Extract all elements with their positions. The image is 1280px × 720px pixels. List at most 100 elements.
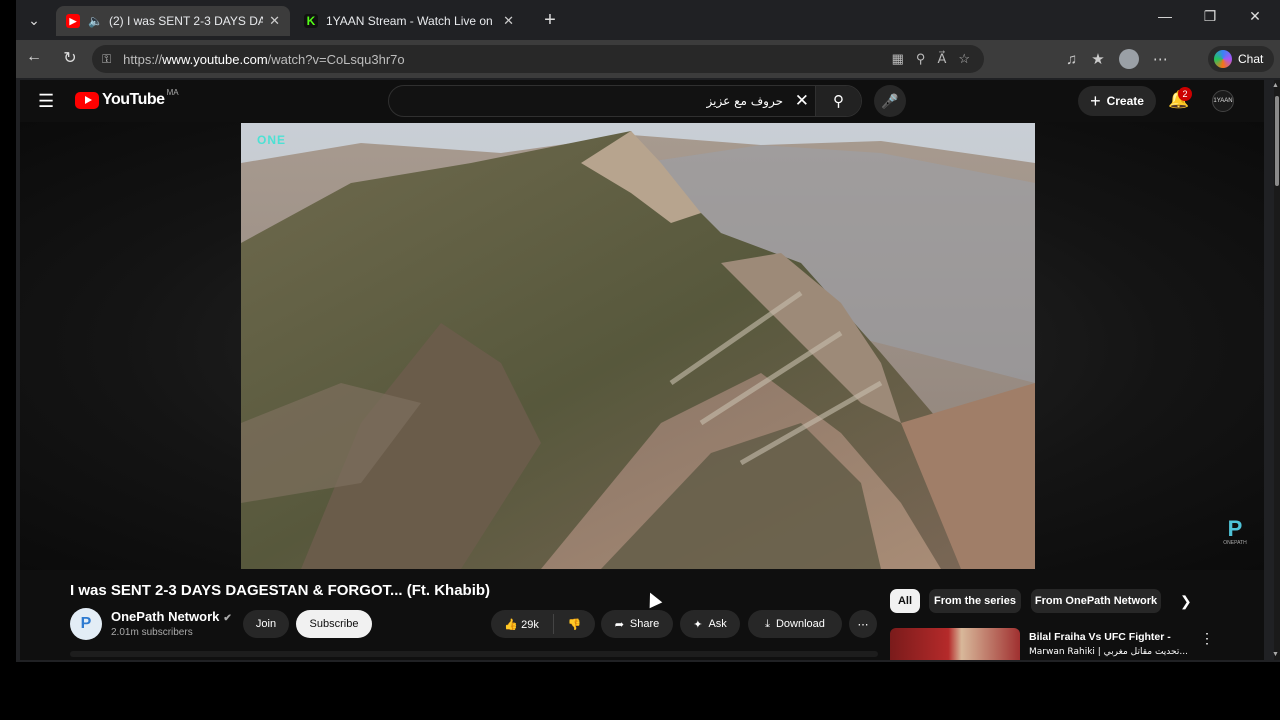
youtube-logo[interactable]: YouTube MA xyxy=(75,87,179,109)
scroll-down-icon[interactable]: ▼ xyxy=(1272,651,1279,658)
plus-icon: + xyxy=(1090,90,1101,111)
search-input[interactable] xyxy=(403,94,783,108)
new-tab-icon[interactable]: + xyxy=(538,8,562,32)
restore-icon[interactable]: ❐ xyxy=(1195,8,1225,25)
ask-label: Ask xyxy=(708,618,727,630)
subscribe-button[interactable]: Subscribe xyxy=(296,610,372,638)
thumbs-up-icon: 👍 xyxy=(504,618,519,631)
address-bar-actions: ▦ ⚲ A⃗ ☆ xyxy=(892,51,970,67)
microphone-icon: 🎤 xyxy=(881,92,899,109)
download-icon: ⤓ xyxy=(765,617,770,630)
tab-strip: ⌄ ▶ 🔈 (2) I was SENT 2-3 DAYS DAGESTAN &… xyxy=(16,0,1280,40)
description-box[interactable] xyxy=(70,651,878,657)
browser-essentials-icon[interactable]: ♫ xyxy=(1066,51,1077,68)
profile-icon[interactable] xyxy=(1118,49,1139,69)
zoom-icon[interactable]: ⚲ xyxy=(916,51,926,67)
divider xyxy=(552,614,554,634)
channel-watermark-logo[interactable]: P ONEPATH xyxy=(1220,516,1250,547)
app-available-icon[interactable]: ▦ xyxy=(892,51,904,67)
voice-search-button[interactable]: 🎤 xyxy=(874,85,906,117)
speaker-icon[interactable]: 🔈 xyxy=(88,14,103,28)
recommended-title-line2: Marwan Rahiki | تحديت مقاتل مغربي... xyxy=(1029,647,1188,657)
like-button[interactable]: 👍 29k xyxy=(504,618,539,631)
recommended-title[interactable]: Bilal Fraiha Vs UFC Fighter - Marwan Rah… xyxy=(1029,630,1189,660)
share-icon: ➦ xyxy=(614,618,624,631)
recommended-title-line1: Bilal Fraiha Vs UFC Fighter - xyxy=(1029,631,1171,643)
country-code: MA xyxy=(166,87,179,97)
favorites-icon[interactable]: ★ xyxy=(1091,50,1104,68)
tab-title: (2) I was SENT 2-3 DAYS DAGESTAN & FORGO… xyxy=(108,14,264,28)
tab-youtube[interactable]: ▶ 🔈 (2) I was SENT 2-3 DAYS DAGESTAN & F… xyxy=(56,6,290,36)
youtube-header: ☰ YouTube MA ✕ ⚲ 🎤 + Create 🔔 2 1YAAN xyxy=(20,80,1264,122)
chip-from-channel[interactable]: From OnePath Network xyxy=(1031,589,1161,613)
watermark-logo-letter: P xyxy=(1227,516,1243,541)
search-button[interactable]: ⚲ xyxy=(815,86,861,116)
read-aloud-icon[interactable]: A⃗ xyxy=(937,51,946,67)
page-scrollbar[interactable]: ▲ ▼ xyxy=(1272,80,1280,660)
close-window-icon[interactable]: ✕ xyxy=(1240,8,1270,25)
site-info-icon[interactable]: ⚿ xyxy=(102,52,111,67)
address-bar[interactable]: ⚿ https://www.youtube.com/watch?v=CoLsqu… xyxy=(92,45,984,73)
thumbs-down-icon[interactable]: 👎 xyxy=(568,618,582,631)
tab-title: 1YAAN Stream - Watch Live on Kick xyxy=(326,14,497,28)
share-button[interactable]: ➦ Share xyxy=(601,610,673,638)
chevron-right-icon[interactable]: ❯ xyxy=(1180,593,1192,610)
search-icon: ⚲ xyxy=(833,93,844,110)
tab-kick[interactable]: K 1YAAN Stream - Watch Live on Kick ✕ xyxy=(294,6,524,36)
toolbar-icons: ♫ ★ ⋯ xyxy=(1066,49,1168,69)
copilot-chat-button[interactable]: Chat xyxy=(1208,46,1274,72)
browser-window: ⌄ ▶ 🔈 (2) I was SENT 2-3 DAYS DAGESTAN &… xyxy=(16,0,1280,662)
more-actions-icon[interactable]: ⋯ xyxy=(849,610,877,638)
join-button[interactable]: Join xyxy=(243,610,289,638)
youtube-icon: ▶ xyxy=(66,14,80,28)
watermark-logo-sub: ONEPATH xyxy=(1223,540,1247,546)
reload-icon[interactable]: ↻ xyxy=(58,48,82,70)
subscriber-count: 2.01m subscribers xyxy=(111,627,193,638)
back-icon[interactable]: ← xyxy=(22,48,46,70)
scrollbar-thumb[interactable] xyxy=(1275,96,1279,186)
like-dislike-group: 👍 29k 👎 xyxy=(491,610,595,638)
search-box: ✕ ⚲ xyxy=(388,85,862,117)
close-tab-icon[interactable]: ✕ xyxy=(269,13,280,29)
kebab-menu-icon[interactable]: ⋮ xyxy=(1200,630,1214,647)
recommended-thumbnail[interactable] xyxy=(890,628,1020,660)
url-text: https://www.youtube.com/watch?v=CoLsqu3h… xyxy=(123,51,405,67)
youtube-page: ☰ YouTube MA ✕ ⚲ 🎤 + Create 🔔 2 1YAAN xyxy=(20,80,1264,660)
download-label: Download xyxy=(775,618,825,630)
browser-toolbar: ← ↻ ⚿ https://www.youtube.com/watch?v=Co… xyxy=(16,40,1280,78)
video-title: I was SENT 2-3 DAYS DAGESTAN & FORGOT...… xyxy=(70,582,491,599)
notification-badge: 2 xyxy=(1178,87,1192,101)
create-label: Create xyxy=(1106,94,1144,108)
like-count: 29k xyxy=(521,618,539,631)
account-avatar[interactable]: 1YAAN xyxy=(1212,90,1234,112)
channel-name[interactable]: OnePath Network ✔ xyxy=(111,609,232,624)
notifications-button[interactable]: 🔔 2 xyxy=(1168,87,1192,110)
chip-from-series[interactable]: From the series xyxy=(929,589,1021,613)
clear-search-icon[interactable]: ✕ xyxy=(795,91,809,111)
tab-actions-menu-icon[interactable]: ⌄ xyxy=(18,6,50,34)
create-button[interactable]: + Create xyxy=(1078,86,1156,116)
sparkle-icon: ✦ xyxy=(693,618,703,631)
settings-more-icon[interactable]: ⋯ xyxy=(1153,50,1168,68)
youtube-play-icon xyxy=(75,91,99,109)
verified-icon: ✔ xyxy=(223,613,232,624)
menu-icon[interactable]: ☰ xyxy=(38,91,54,112)
close-tab-icon[interactable]: ✕ xyxy=(503,13,514,29)
watermark-text: ONE xyxy=(257,133,287,147)
scroll-up-icon[interactable]: ▲ xyxy=(1272,82,1279,89)
favorite-star-icon[interactable]: ☆ xyxy=(958,51,970,67)
channel-name-text[interactable]: OnePath Network xyxy=(111,609,219,624)
video-player[interactable]: ONE xyxy=(241,123,1035,569)
logo-text: YouTube xyxy=(102,91,165,108)
chip-all[interactable]: All xyxy=(890,589,920,613)
ask-button[interactable]: ✦ Ask xyxy=(680,610,740,638)
minimize-icon[interactable]: — xyxy=(1150,8,1180,24)
copilot-icon xyxy=(1214,50,1232,68)
channel-avatar[interactable]: P xyxy=(70,608,102,640)
share-label: Share xyxy=(629,618,660,630)
screen: ⌄ ▶ 🔈 (2) I was SENT 2-3 DAYS DAGESTAN &… xyxy=(0,0,1280,720)
kick-icon: K xyxy=(304,14,318,28)
download-button[interactable]: ⤓ Download xyxy=(748,610,842,638)
chat-label: Chat xyxy=(1238,52,1264,66)
video-frame-mountains xyxy=(241,123,1035,569)
